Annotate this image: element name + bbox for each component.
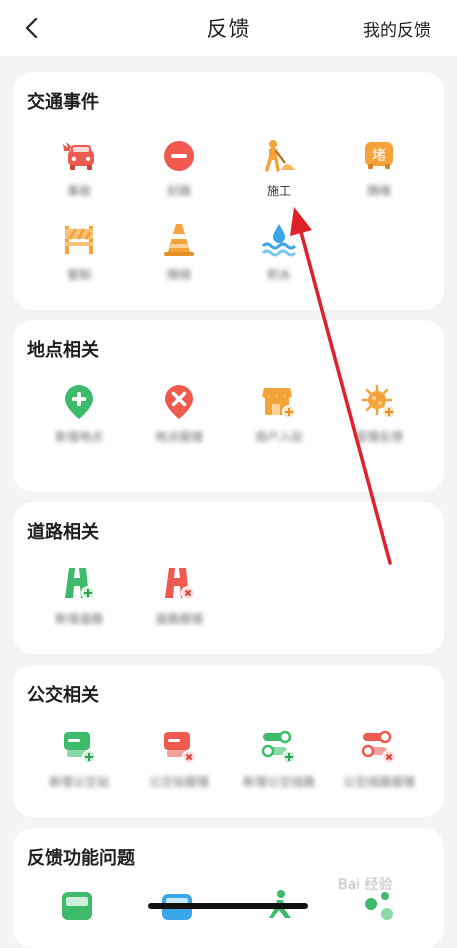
item-label: 障碍	[166, 268, 191, 282]
section-title-feedback: 反馈功能问题	[27, 848, 135, 869]
watermark: Bai 经验	[338, 877, 393, 893]
item-obstacle[interactable]: 障碍	[129, 220, 229, 282]
section-title-place: 地点相关	[27, 340, 99, 361]
item-construction[interactable]: 施工	[229, 136, 329, 198]
construction-worker-icon	[265, 140, 295, 172]
item-label: 道路报错	[154, 612, 203, 626]
route-icon[interactable]	[361, 890, 397, 920]
item-label: 疫情反馈	[354, 430, 403, 444]
add-road-icon	[65, 568, 95, 600]
item-label: 公交站报错	[148, 775, 209, 789]
item-label: 新增公交站	[48, 775, 109, 789]
item-label: 事故	[66, 184, 91, 198]
add-bus-line-icon	[261, 730, 296, 764]
road-error-icon	[165, 568, 195, 600]
item-label: 管制	[66, 268, 91, 282]
item-place-error[interactable]: 地点报错	[129, 382, 229, 444]
water-icon	[261, 224, 297, 257]
add-place-icon	[65, 385, 93, 419]
item-road-closed[interactable]: 封路	[129, 136, 229, 198]
road-card: 道路相关 新增道路 道路报错	[13, 502, 444, 654]
shop-add-icon	[262, 388, 296, 419]
place-error-icon	[165, 385, 193, 419]
bus-icon[interactable]	[59, 890, 95, 920]
traffic-jam-icon: 堵	[365, 142, 393, 169]
item-label: 封路	[166, 184, 191, 198]
chevron-left-icon	[25, 17, 38, 39]
jam-glyph: 堵	[372, 148, 386, 164]
item-label: 地点报错	[154, 430, 203, 444]
item-add-bus-stop[interactable]: 新增公交站	[29, 727, 129, 789]
item-add-bus-line[interactable]: 新增公交线路	[229, 727, 329, 789]
item-label: 商户入驻	[254, 430, 303, 444]
bus-card: 公交相关 新增公交站 公交站报错 新增公交线路 公交线路报错	[13, 665, 444, 817]
item-label: 新增公交线路	[242, 775, 315, 789]
item-label: 积水	[266, 268, 291, 282]
section-title-road: 道路相关	[27, 522, 99, 543]
item-label: 施工	[266, 184, 291, 198]
item-road-error[interactable]: 道路报错	[129, 564, 229, 626]
item-add-road[interactable]: 新增道路	[29, 564, 129, 626]
bus-line-error-icon	[361, 730, 396, 764]
accident-car-icon	[63, 142, 94, 170]
add-bus-stop-icon	[64, 732, 96, 764]
section-title-traffic: 交通事件	[27, 92, 99, 113]
item-epidemic-feedback[interactable]: 疫情反馈	[329, 382, 429, 444]
traffic-events-card: 交通事件 事故 封路 施工 堵 拥堵 管制 障碍 积水	[13, 72, 444, 310]
item-waterlogging[interactable]: 积水	[229, 220, 329, 282]
page-title: 反馈	[206, 17, 251, 41]
item-label: 公交线路报错	[342, 775, 415, 789]
road-closed-icon	[164, 141, 194, 171]
item-accident[interactable]: 事故	[29, 136, 129, 198]
header-bar: 反馈 我的反馈	[0, 0, 457, 56]
virus-add-icon	[361, 384, 396, 419]
item-shop-join[interactable]: 商户入驻	[229, 382, 329, 444]
item-add-place[interactable]: 新增地点	[29, 382, 129, 444]
item-label: 拥堵	[366, 184, 391, 198]
item-bus-line-error[interactable]: 公交线路报错	[329, 727, 429, 789]
item-barrier[interactable]: 管制	[29, 220, 129, 282]
item-label: 新增地点	[54, 430, 103, 444]
my-feedback-link[interactable]: 我的反馈	[363, 16, 431, 41]
place-card: 地点相关 新增地点 地点报错 商户入驻 疫情反馈	[13, 320, 444, 492]
traffic-cone-icon	[164, 224, 194, 256]
section-title-bus: 公交相关	[27, 685, 99, 706]
item-bus-stop-error[interactable]: 公交站报错	[129, 727, 229, 789]
home-indicator[interactable]	[148, 903, 308, 909]
barrier-icon	[65, 226, 93, 254]
bus-stop-error-icon	[164, 732, 196, 764]
item-label: 新增道路	[54, 612, 103, 626]
item-traffic-jam[interactable]: 堵 拥堵	[329, 136, 429, 198]
back-button[interactable]	[18, 14, 44, 42]
